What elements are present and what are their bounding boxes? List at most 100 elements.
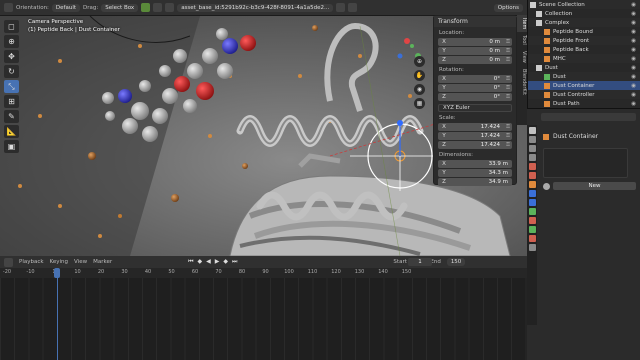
lock-icon[interactable]: ⚿ xyxy=(504,57,512,63)
tab-item[interactable]: Item xyxy=(517,15,527,33)
tab-tool[interactable]: Tool xyxy=(517,32,527,48)
dimensions-y-field[interactable]: Y 34.3 m xyxy=(438,169,512,177)
pan-icon[interactable]: ✋ xyxy=(414,70,425,81)
lock-icon[interactable]: ⚿ xyxy=(504,133,512,139)
rotation-x-field[interactable]: X 0° ⚿ xyxy=(438,75,512,83)
output-tab-icon[interactable] xyxy=(528,145,536,152)
end-frame-field[interactable]: 150 xyxy=(446,258,466,266)
outliner-item[interactable]: Collection ◉ xyxy=(528,9,640,18)
lock-icon[interactable]: ⚿ xyxy=(504,94,512,100)
material-sphere-icon[interactable] xyxy=(543,182,550,190)
location-z-field[interactable]: Z 0 m ⚿ xyxy=(438,56,512,64)
outliner-item[interactable]: Peptide Back ◉ xyxy=(528,45,640,54)
scale-z-field[interactable]: Z 17.424 ⚿ xyxy=(438,141,512,149)
outliner-item[interactable]: Peptide Front ◉ xyxy=(528,36,640,45)
modifier-tab-icon[interactable] xyxy=(528,190,536,197)
select-box-icon[interactable]: ◻ xyxy=(4,20,19,33)
lock-icon[interactable]: ⚿ xyxy=(504,142,512,148)
lock-icon[interactable]: ⚿ xyxy=(504,39,512,45)
object-tab-icon[interactable] xyxy=(528,181,536,188)
measure-icon[interactable]: 📐 xyxy=(4,125,19,138)
outliner-item[interactable]: Dust Container ◉ xyxy=(528,81,640,90)
new-material-button[interactable]: New xyxy=(553,182,636,190)
material-slot-list[interactable] xyxy=(543,148,628,178)
snap-icon[interactable] xyxy=(141,3,151,12)
outliner-item[interactable]: MHC ◉ xyxy=(528,54,640,63)
outliner-item[interactable]: Scene Collection ◉ xyxy=(528,0,640,9)
next-key-icon[interactable]: ◆ xyxy=(223,258,228,266)
eye-icon[interactable]: ◉ xyxy=(631,11,636,17)
scale-icon[interactable]: ⤡ xyxy=(4,80,19,93)
dimensions-x-field[interactable]: X 33.9 m xyxy=(438,160,512,168)
timeline-ruler[interactable]: -20-101102030405060708090100110120130140… xyxy=(0,268,527,278)
tool-tab-icon[interactable] xyxy=(528,127,536,134)
lock-icon[interactable]: ⚿ xyxy=(504,124,512,130)
timeline-area[interactable] xyxy=(0,278,527,360)
camera-icon[interactable]: ◉ xyxy=(414,84,425,95)
world-tab-icon[interactable] xyxy=(528,172,536,179)
data-tab-icon[interactable] xyxy=(528,226,536,233)
eye-icon[interactable]: ◉ xyxy=(631,47,636,53)
particles-tab-icon[interactable] xyxy=(528,199,536,206)
editor-type-icon[interactable] xyxy=(4,3,13,12)
file-name-field[interactable]: asset_base_id:5291b92c-b3c9-428f-8091-4a… xyxy=(177,3,334,12)
playhead[interactable] xyxy=(54,268,60,278)
eye-icon[interactable]: ◉ xyxy=(631,65,636,71)
transform-title[interactable]: Transform xyxy=(434,16,516,27)
outliner-item[interactable]: Dust ◉ xyxy=(528,63,640,72)
current-frame-field[interactable]: 1 xyxy=(408,258,432,266)
drag-dropdown[interactable]: Select Box xyxy=(101,3,139,12)
editor-type-icon[interactable] xyxy=(4,257,13,267)
eye-icon[interactable]: ◉ xyxy=(631,38,636,44)
marker-menu[interactable]: Marker xyxy=(93,259,112,265)
playback-menu[interactable]: Playback xyxy=(19,259,44,265)
material-tab-icon[interactable] xyxy=(528,235,536,242)
rotation-mode-dropdown[interactable]: XYZ Euler xyxy=(438,104,512,112)
viewport-shading-icon[interactable] xyxy=(336,3,346,12)
constraints-tab-icon[interactable] xyxy=(528,217,536,224)
transform-icon[interactable]: ⊞ xyxy=(4,95,19,108)
annotate-icon[interactable]: ✎ xyxy=(4,110,19,123)
add-cube-icon[interactable]: ▣ xyxy=(4,140,19,153)
outliner-item[interactable]: Peptide Bound ◉ xyxy=(528,27,640,36)
tab-view[interactable]: View xyxy=(517,48,527,66)
scene-tab-icon[interactable] xyxy=(528,163,536,170)
eye-icon[interactable]: ◉ xyxy=(631,29,636,35)
keying-menu[interactable]: Keying xyxy=(50,259,68,265)
zoom-icon[interactable]: ⊕ xyxy=(414,56,425,67)
lock-icon[interactable]: ⚿ xyxy=(504,85,512,91)
cursor-icon[interactable]: ⊕ xyxy=(4,35,19,48)
grid-icon[interactable]: ▦ xyxy=(414,98,425,109)
dimensions-z-field[interactable]: Z 34.9 m xyxy=(438,178,512,186)
outliner-item[interactable]: Dust Controller ◉ xyxy=(528,90,640,99)
lock-icon[interactable]: ⚿ xyxy=(504,48,512,54)
eye-icon[interactable]: ◉ xyxy=(631,20,636,26)
eye-icon[interactable]: ◉ xyxy=(631,74,636,80)
eye-icon[interactable]: ◉ xyxy=(631,92,636,98)
rotation-z-field[interactable]: Z 0° ⚿ xyxy=(438,93,512,101)
eye-icon[interactable]: ◉ xyxy=(631,2,636,8)
physics-tab-icon[interactable] xyxy=(528,208,536,215)
options-button[interactable]: Options xyxy=(493,3,523,12)
render-tab-icon[interactable] xyxy=(528,136,536,143)
view-menu[interactable]: View xyxy=(74,259,87,265)
eye-icon[interactable]: ◉ xyxy=(631,83,636,89)
outliner-item[interactable]: Complex ◉ xyxy=(528,18,640,27)
rotation-y-field[interactable]: Y 0° ⚿ xyxy=(438,84,512,92)
properties-search[interactable] xyxy=(541,113,636,121)
eye-icon[interactable]: ◉ xyxy=(631,101,636,107)
orientation-dropdown[interactable]: Default xyxy=(51,3,81,12)
overlay-icon[interactable] xyxy=(165,3,175,12)
texture-tab-icon[interactable] xyxy=(528,244,536,251)
lock-icon[interactable]: ⚿ xyxy=(504,76,512,82)
play-reverse-icon[interactable]: ◀ xyxy=(206,258,211,266)
eye-icon[interactable]: ◉ xyxy=(631,56,636,62)
view-layer-tab-icon[interactable] xyxy=(528,154,536,161)
scale-y-field[interactable]: Y 17.424 ⚿ xyxy=(438,132,512,140)
rotate-icon[interactable]: ↻ xyxy=(4,65,19,78)
move-icon[interactable]: ✥ xyxy=(4,50,19,63)
prev-key-icon[interactable]: ◆ xyxy=(198,258,203,266)
xray-icon[interactable] xyxy=(348,3,358,12)
play-icon[interactable]: ▶ xyxy=(215,258,220,266)
proportional-icon[interactable] xyxy=(153,3,163,12)
